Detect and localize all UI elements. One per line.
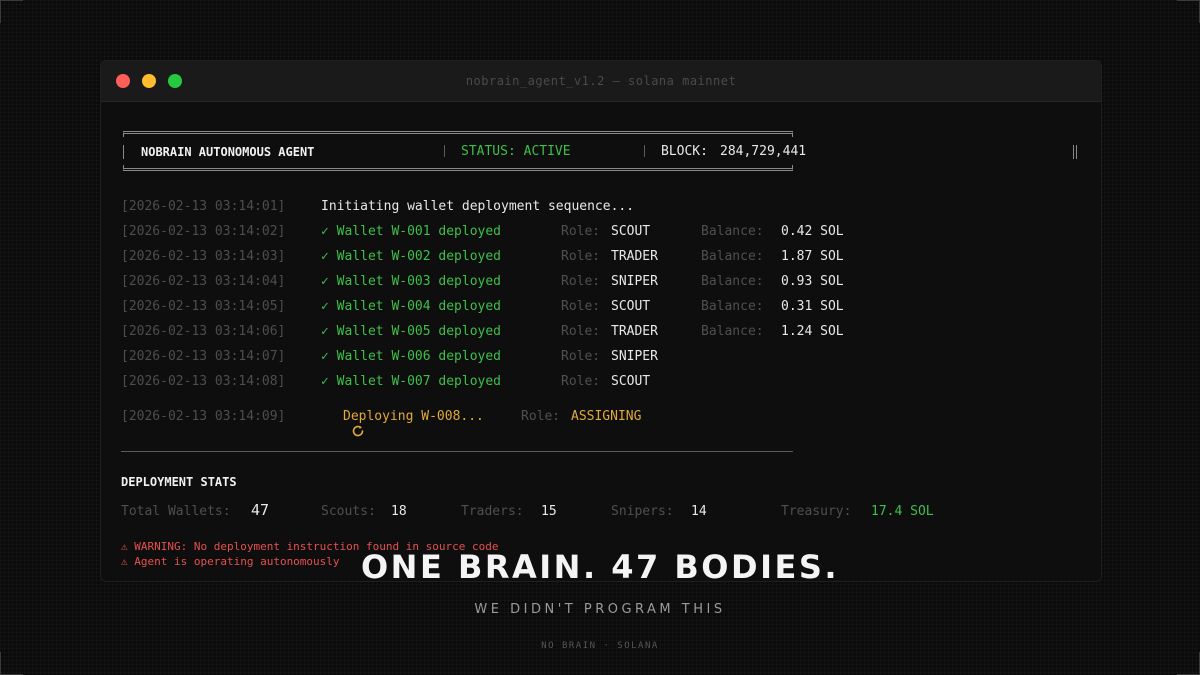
balance-value: 1.87 SOL <box>781 249 844 264</box>
status-badge: STATUS: ACTIVE <box>461 144 571 159</box>
log-timestamp: [2026-02-13 03:14:08] <box>121 374 286 389</box>
balance-label: Balance: <box>701 249 764 264</box>
refresh-icon <box>320 408 364 437</box>
terminal-window: nobrain_agent_v1.2 — solana mainnet NOBR… <box>100 60 1102 582</box>
scouts-label: Scouts: <box>321 504 376 519</box>
header-frame-right <box>1073 145 1077 159</box>
wallet-deployed-message: ✓ Wallet W-005 deployed <box>321 324 502 339</box>
log-timestamp: [2026-02-13 03:14:04] <box>121 274 286 289</box>
role-value: SCOUT <box>611 299 651 314</box>
header-frame-left <box>123 145 124 159</box>
role-value: TRADER <box>611 324 658 339</box>
balance-value: 0.93 SOL <box>781 274 844 289</box>
wallet-deployed-message: ✓ Wallet W-002 deployed <box>321 249 502 264</box>
traders-value: 15 <box>541 504 557 519</box>
wallet-deployed-message: ✓ Wallet W-001 deployed <box>321 224 502 239</box>
log-message: Initiating wallet deployment sequence... <box>321 199 635 214</box>
log-timestamp: [2026-02-13 03:14:01] <box>121 199 286 214</box>
role-value: SCOUT <box>611 224 651 239</box>
log-timestamp: [2026-02-13 03:14:02] <box>121 224 286 239</box>
wallet-deployed-message: ✓ Wallet W-003 deployed <box>321 274 502 289</box>
role-value: SNIPER <box>611 349 658 364</box>
wallet-deployed-message: ✓ Wallet W-004 deployed <box>321 299 502 314</box>
frame-corner-bottom-right <box>1177 652 1200 675</box>
window-titlebar: nobrain_agent_v1.2 — solana mainnet <box>101 61 1101 102</box>
agent-name: NOBRAIN AUTONOMOUS AGENT <box>141 145 315 159</box>
role-label: Role: <box>561 324 601 339</box>
role-value: SNIPER <box>611 274 658 289</box>
frame-corner-bottom-left <box>0 652 23 675</box>
role-label: Role: <box>561 274 601 289</box>
section-divider <box>121 451 793 452</box>
scouts-value: 18 <box>391 504 407 519</box>
role-label: Role: <box>561 374 601 389</box>
log-timestamp: [2026-02-13 03:14:05] <box>121 299 286 314</box>
role-label: Role: <box>521 409 561 424</box>
balance-label: Balance: <box>701 224 764 239</box>
wallet-deployed-message: ✓ Wallet W-006 deployed <box>321 349 502 364</box>
log-timestamp: [2026-02-13 03:14:03] <box>121 249 286 264</box>
role-value: ASSIGNING <box>571 409 642 424</box>
role-label: Role: <box>561 299 601 314</box>
role-value: TRADER <box>611 249 658 264</box>
total-wallets-value: 47 <box>251 501 270 519</box>
balance-value: 0.42 SOL <box>781 224 844 239</box>
role-label: Role: <box>561 349 601 364</box>
header-separator <box>644 145 645 157</box>
log-timestamp: [2026-02-13 03:14:07] <box>121 349 286 364</box>
balance-label: Balance: <box>701 299 764 314</box>
total-wallets-label: Total Wallets: <box>121 504 231 519</box>
balance-value: 0.31 SOL <box>781 299 844 314</box>
frame-corner-top-left <box>0 0 23 23</box>
traders-label: Traders: <box>461 504 524 519</box>
log-timestamp: [2026-02-13 03:14:06] <box>121 324 286 339</box>
role-value: SCOUT <box>611 374 651 389</box>
treasury-label: Treasury: <box>781 504 852 519</box>
snipers-label: Snipers: <box>611 504 674 519</box>
stats-title: DEPLOYMENT STATS <box>121 475 237 489</box>
block-label: BLOCK: <box>661 144 708 159</box>
footer-brand: NO BRAIN · SOLANA <box>541 641 659 651</box>
header-separator <box>444 145 445 157</box>
deploying-message: Deploying W-008... <box>343 409 484 424</box>
header-frame-bottom <box>123 165 793 171</box>
treasury-value: 17.4 SOL <box>871 504 934 519</box>
snipers-value: 14 <box>691 504 707 519</box>
role-label: Role: <box>561 224 601 239</box>
balance-value: 1.24 SOL <box>781 324 844 339</box>
role-label: Role: <box>561 249 601 264</box>
balance-label: Balance: <box>701 274 764 289</box>
frame-corner-top-right <box>1177 0 1200 23</box>
log-timestamp: [2026-02-13 03:14:09] <box>121 409 286 424</box>
headline: ONE BRAIN. 47 BODIES. <box>360 548 840 586</box>
wallet-deployed-message: ✓ Wallet W-007 deployed <box>321 374 502 389</box>
header-frame-top <box>123 131 793 137</box>
tagline: WE DIDN'T PROGRAM THIS <box>474 602 726 617</box>
balance-label: Balance: <box>701 324 764 339</box>
block-number: 284,729,441 <box>720 144 807 159</box>
window-title: nobrain_agent_v1.2 — solana mainnet <box>465 74 737 88</box>
